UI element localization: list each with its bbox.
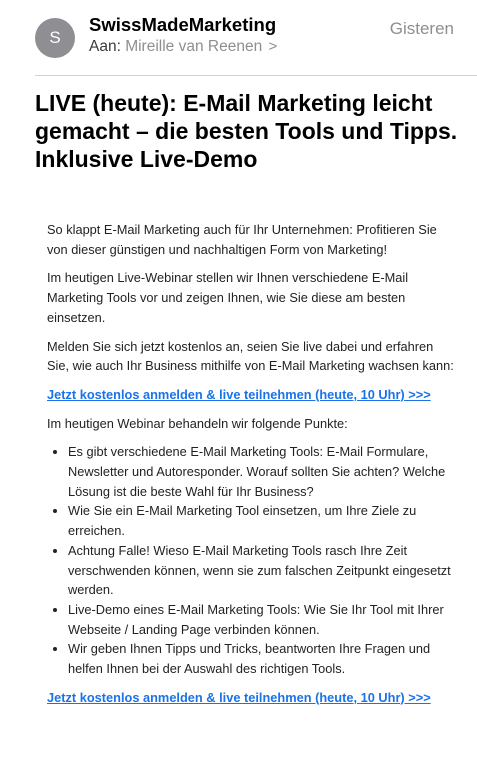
body-paragraph-intro: So klappt E-Mail Marketing auch für Ihr …: [47, 222, 437, 257]
email-body: So klappt E-Mail Marketing auch für Ihr …: [47, 220, 457, 716]
signup-link[interactable]: Jetzt kostenlos anmelden & live teilnehm…: [47, 690, 431, 705]
cta-paragraph: Jetzt kostenlos anmelden & live teilnehm…: [47, 385, 457, 405]
sender-name[interactable]: SwissMadeMarketing: [89, 14, 276, 36]
recipient-name[interactable]: Mireille van Reenen: [125, 38, 262, 55]
body-paragraph-topics: Im heutigen Webinar behandeln wir folgen…: [47, 415, 348, 431]
list-item: Wie Sie ein E-Mail Marketing Tool einset…: [68, 501, 457, 540]
topics-list: Es gibt verschiedene E-Mail Marketing To…: [47, 442, 457, 678]
list-item: Es gibt verschiedene E-Mail Marketing To…: [68, 442, 457, 501]
list-item: Live-Demo eines E-Mail Marketing Tools: …: [68, 600, 457, 639]
header-divider: [35, 75, 477, 76]
list-item: Wir geben Ihnen Tipps und Tricks, beantw…: [68, 639, 457, 678]
body-paragraph-webinar: Im heutigen Live-Webinar stellen wir Ihn…: [47, 270, 409, 325]
cta-paragraph: Jetzt kostenlos anmelden & live teilnehm…: [47, 688, 457, 708]
email-header: S SwissMadeMarketing Gisteren Aan: Mirei…: [0, 0, 477, 74]
body-paragraph-signup: Melden Sie sich jetzt kostenlos an, seie…: [47, 338, 454, 374]
recipient-line[interactable]: Aan: Mireille van Reenen >: [89, 38, 277, 56]
signup-link[interactable]: Jetzt kostenlos anmelden & live teilnehm…: [47, 387, 431, 402]
list-item: Achtung Falle! Wieso E-Mail Marketing To…: [68, 541, 457, 600]
received-date: Gisteren: [389, 19, 454, 38]
to-label: Aan:: [89, 38, 121, 55]
chevron-right-icon[interactable]: >: [269, 38, 278, 55]
email-subject: LIVE (heute): E-Mail Marketing leicht ge…: [35, 90, 458, 172]
sender-avatar[interactable]: S: [35, 18, 75, 58]
